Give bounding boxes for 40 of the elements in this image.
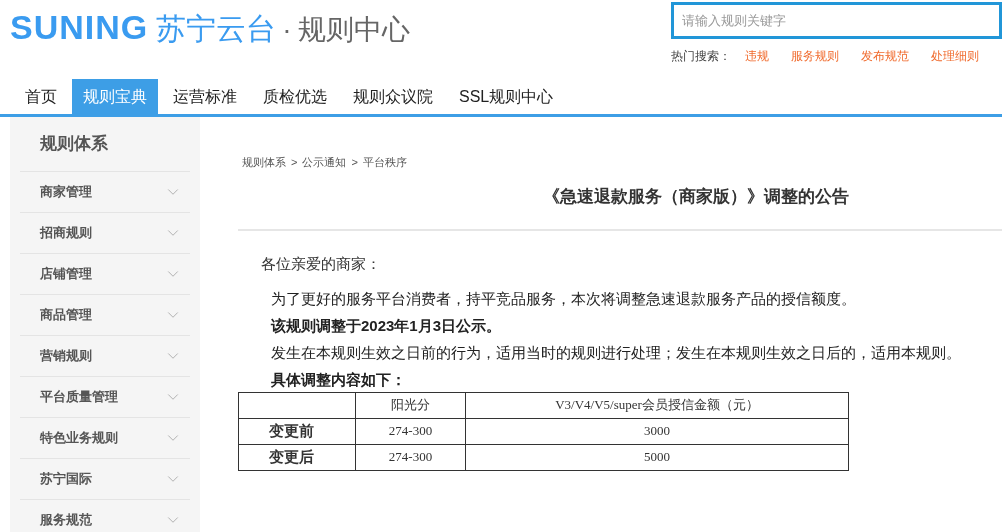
breadcrumb-link[interactable]: 公示通知 [302, 154, 347, 171]
sidebar-item[interactable]: 商品管理 [20, 295, 190, 336]
sidebar-item[interactable]: 苏宁国际 [20, 459, 190, 500]
breadcrumb-separator: > [351, 155, 358, 170]
sidebar-item[interactable]: 平台质量管理 [20, 377, 190, 418]
paragraph-text: 该规则调整于2023年1月3日公示。 [271, 315, 503, 336]
breadcrumb-link[interactable]: 规则体系 [242, 154, 286, 171]
sidebar-item[interactable]: 服务规范 [20, 500, 190, 532]
table-header-cell: 阳光分 [355, 392, 466, 418]
logo-subtitle: 规则中心 [297, 13, 410, 47]
table-header-cell: V3/V4/V5/super会员授信金额（元） [465, 392, 849, 418]
article-title: 《急速退款服务（商家版）》调整的公告 [542, 185, 850, 208]
logo-separator: · [282, 13, 292, 47]
sidebar-title: 规则体系 [20, 117, 190, 172]
greeting-text: 各位亲爱的商家： [261, 254, 382, 274]
breadcrumb-separator: > [291, 155, 298, 170]
search-field[interactable]: 请输入规则关键字 [671, 2, 1002, 39]
nav-tab[interactable]: 运营标准 [162, 79, 248, 114]
sidebar-item[interactable]: 店铺管理 [20, 254, 190, 295]
paragraph-text: 为了更好的服务平台消费者，持平竞品服务，本次将调整急速退款服务产品的授信额度。 [271, 288, 857, 309]
table-cell: 5000 [465, 444, 849, 470]
nav-tab[interactable]: 质检优选 [252, 79, 338, 114]
hot-search-label: 热门搜索： [671, 48, 731, 65]
table-row-label: 变更后 [238, 444, 356, 470]
sidebar-item[interactable]: 营销规则 [20, 336, 190, 377]
table-cell: 3000 [465, 418, 849, 444]
table-cell: 274-300 [355, 444, 466, 470]
logo-brand-cn: 苏宁云台 [156, 11, 277, 47]
table-cell: 274-300 [355, 418, 466, 444]
sidebar-item[interactable]: 招商规则 [20, 213, 190, 254]
nav-tab[interactable]: 首页 [14, 79, 68, 114]
sidebar-item[interactable]: 特色业务规则 [20, 418, 190, 459]
nav-tab[interactable]: 规则众议院 [342, 79, 444, 114]
nav-tab[interactable]: SSL规则中心 [448, 79, 565, 114]
breadcrumb-link[interactable]: 平台秩序 [362, 154, 407, 171]
paragraph-text: 具体调整内容如下： [271, 369, 407, 390]
sidebar-item[interactable]: 商家管理 [20, 172, 190, 213]
logo-brand: SUNING [10, 7, 149, 48]
table-row-label: 变更前 [238, 418, 356, 444]
paragraph-text: 发生在本规则生效之日前的行为，适用当时的规则进行处理；发生在本规则生效之日后的，适用本规则。 [271, 342, 962, 363]
